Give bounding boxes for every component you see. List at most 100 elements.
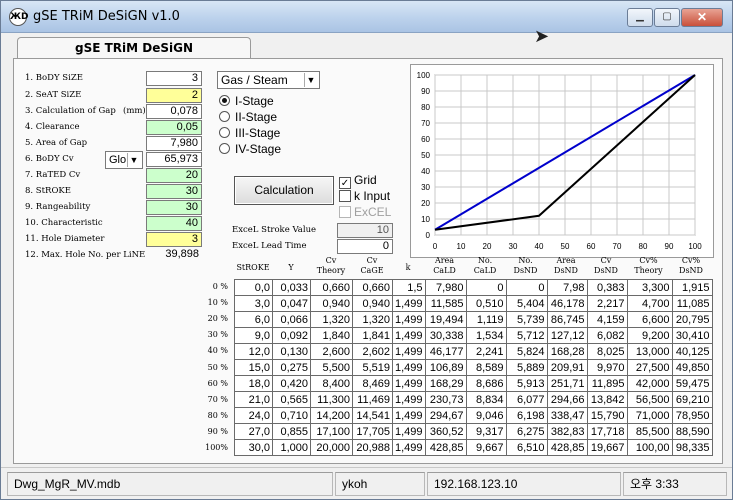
table-cell[interactable]: 86,745 [546,311,588,328]
table-cell[interactable]: 1,499 [392,391,426,408]
title-bar[interactable]: ЖD gSE TRiM DeSiGN v1.0 ▁ ▢ ✕ [1,1,732,33]
table-cell[interactable]: 1,320 [310,311,353,328]
table-cell[interactable]: 0 [505,279,548,296]
stage-radio[interactable]: IV-Stage [219,142,281,156]
param-field[interactable]: 65,973 [146,152,202,167]
table-cell[interactable]: 8,589 [465,359,507,376]
table-cell[interactable]: 1,915 [671,279,713,296]
table-cell[interactable]: 13,842 [586,391,628,408]
table-cell[interactable]: 0,710 [272,407,311,424]
table-cell[interactable]: 1,534 [465,327,507,344]
table-cell[interactable]: 19,667 [586,439,628,456]
param-field[interactable]: 40 [146,216,202,231]
param-field[interactable]: 3 [146,232,202,247]
table-cell[interactable]: 11,895 [586,375,628,392]
table-cell[interactable]: 17,100 [310,423,353,440]
table-cell[interactable]: 0 [465,279,507,296]
table-cell[interactable]: 88,590 [671,423,713,440]
radio-dot-icon[interactable] [219,127,230,138]
table-cell[interactable]: 0,510 [465,295,507,312]
body-cv-select[interactable]: Glo ▼ [105,151,143,169]
table-cell[interactable]: 1,841 [352,327,393,344]
table-cell[interactable]: 15,790 [586,407,628,424]
table-cell[interactable]: 5,913 [505,375,548,392]
table-cell[interactable]: 20,988 [352,439,393,456]
param-field[interactable]: 20 [146,168,202,183]
table-cell[interactable]: 338,47 [546,407,588,424]
table-cell[interactable]: 5,739 [505,311,548,328]
table-cell[interactable]: 9,0 [234,327,273,344]
table-cell[interactable]: 20,000 [310,439,353,456]
table-cell[interactable]: 9,317 [465,423,507,440]
table-cell[interactable]: 3,0 [234,295,273,312]
minimize-button[interactable]: ▁ [627,8,653,27]
table-cell[interactable]: 7,980 [424,279,467,296]
table-cell[interactable]: 3,300 [626,279,673,296]
table-cell[interactable]: 5,889 [505,359,548,376]
table-cell[interactable]: 17,718 [586,423,628,440]
stage-radio[interactable]: III-Stage [219,126,280,140]
table-cell[interactable]: 0,940 [310,295,353,312]
table-cell[interactable]: 69,210 [671,391,713,408]
table-cell[interactable]: 1,499 [392,343,426,360]
table-cell[interactable]: 5,824 [505,343,548,360]
table-cell[interactable]: 5,500 [310,359,353,376]
table-cell[interactable]: 1,840 [310,327,353,344]
table-cell[interactable]: 0,660 [310,279,353,296]
table-cell[interactable]: 1,320 [352,311,393,328]
table-cell[interactable]: 71,000 [626,407,673,424]
table-cell[interactable]: 0,275 [272,359,311,376]
table-cell[interactable]: 18,0 [234,375,273,392]
table-cell[interactable]: 0,092 [272,327,311,344]
table-cell[interactable]: 1,499 [392,359,426,376]
radio-dot-icon[interactable] [219,143,230,154]
table-cell[interactable]: 6,510 [505,439,548,456]
table-cell[interactable]: 42,000 [626,375,673,392]
table-cell[interactable]: 168,28 [546,343,588,360]
grid-checkbox-box[interactable]: ✓ [339,177,351,189]
table-cell[interactable]: 294,66 [546,391,588,408]
table-cell[interactable]: 294,67 [424,407,467,424]
table-cell[interactable]: 5,712 [505,327,548,344]
table-cell[interactable]: 30,410 [671,327,713,344]
table-cell[interactable]: 0,0 [234,279,273,296]
table-cell[interactable]: 428,85 [546,439,588,456]
table-cell[interactable]: 1,5 [392,279,426,296]
table-cell[interactable]: 360,52 [424,423,467,440]
table-cell[interactable]: 428,85 [424,439,467,456]
param-field[interactable]: 30 [146,200,202,215]
table-cell[interactable]: 0,855 [272,423,311,440]
table-cell[interactable]: 27,0 [234,423,273,440]
table-cell[interactable]: 0,066 [272,311,311,328]
k-input-checkbox-box[interactable] [339,190,351,202]
table-cell[interactable]: 127,12 [546,327,588,344]
table-cell[interactable]: 0,420 [272,375,311,392]
tab-trim-design[interactable]: gSE TRiM DeSiGN [17,37,251,59]
table-cell[interactable]: 1,499 [392,407,426,424]
table-cell[interactable]: 15,0 [234,359,273,376]
table-cell[interactable]: 106,89 [424,359,467,376]
table-cell[interactable]: 8,025 [586,343,628,360]
table-cell[interactable]: 46,178 [546,295,588,312]
table-cell[interactable]: 98,335 [671,439,713,456]
table-cell[interactable]: 14,541 [352,407,393,424]
table-cell[interactable]: 2,602 [352,343,393,360]
param-field[interactable]: 7,980 [146,136,202,151]
table-cell[interactable]: 21,0 [234,391,273,408]
param-field[interactable]: 3 [146,71,202,86]
table-cell[interactable]: 6,077 [505,391,548,408]
table-cell[interactable]: 8,834 [465,391,507,408]
table-cell[interactable]: 100,00 [626,439,673,456]
table-cell[interactable]: 9,970 [586,359,628,376]
table-cell[interactable]: 78,950 [671,407,713,424]
medium-select[interactable]: Gas / Steam ▼ [217,71,320,89]
table-cell[interactable]: 49,850 [671,359,713,376]
table-cell[interactable]: 0,565 [272,391,311,408]
table-cell[interactable]: 30,0 [234,439,273,456]
table-cell[interactable]: 5,519 [352,359,393,376]
table-cell[interactable]: 0,047 [272,295,311,312]
excel-checkbox[interactable]: ExCEL [339,205,391,219]
table-cell[interactable]: 230,73 [424,391,467,408]
table-cell[interactable]: 56,500 [626,391,673,408]
table-cell[interactable]: 1,119 [465,311,507,328]
